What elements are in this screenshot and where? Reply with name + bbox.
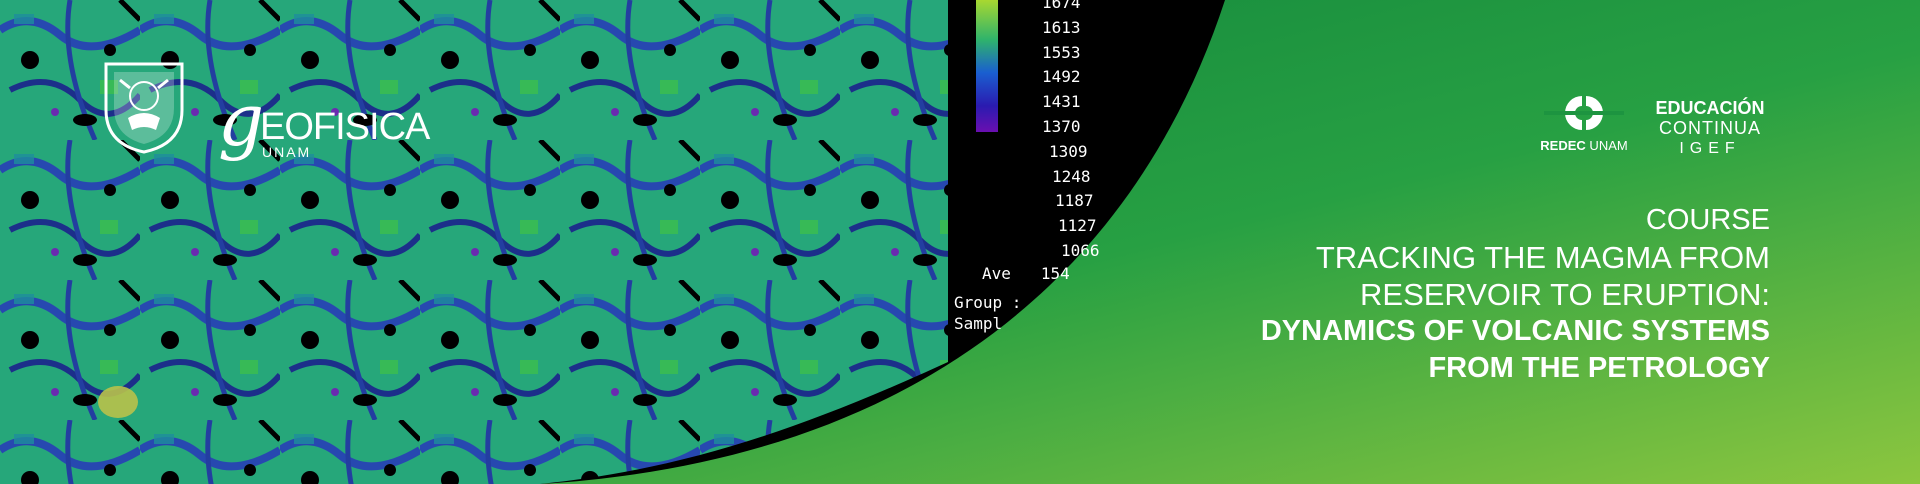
educacion-continua-logo: EDUCACIÓN CONTINUA IGEF [1650,98,1770,160]
redec-label-rest: UNAM [1585,138,1628,153]
course-title-bold-line2: FROM THE PETROLOGY [1428,352,1770,384]
redec-mark-icon [1544,92,1624,134]
scale-tick-label: 1492 [1042,67,1081,87]
scale-tick-label: 1370 [1042,117,1081,136]
course-banner: 1674 1613 1553 1492 1431 1370 1309 1248 1187 1127… [0,0,1920,484]
redec-logo: REDEC UNAM [1536,92,1632,153]
scale-tick-label: 1674 [1042,0,1081,12]
course-title-block: COURSE TRACKING THE MAGMA FROM RESERVOIR… [1261,202,1770,387]
educ-line2: CONTINUA [1659,118,1761,138]
scale-tick-label: 1431 [1042,92,1081,112]
color-scale-bar [976,0,998,132]
scale-tick-label: 1553 [1042,42,1081,62]
geofisica-unam: UNAM [262,144,312,160]
course-title-line1: TRACKING THE MAGMA FROM [1315,240,1770,275]
educ-line3: IGEF [1679,140,1741,157]
geofisica-initial: g [218,78,265,162]
redec-label-bold: REDEC [1540,138,1586,153]
course-title-bold-line1: DYNAMICS OF VOLCANIC SYSTEMS [1260,315,1770,347]
scale-tick-label: 1127 [1058,216,1097,236]
scale-tick-label: 1613 [1042,17,1081,37]
course-title-line2: RESERVOIR TO ERUPTION: [1360,277,1770,312]
mineral-yellow-spot [98,386,138,418]
geofisica-word: eofisica [260,106,430,148]
scale-tick-label: 1248 [1052,166,1091,186]
group-label: Group : [954,293,1022,312]
ave-label: Ave 154 [982,264,1070,283]
scale-tick-label: 1309 [1049,141,1088,161]
sample-label: Sampl [954,314,1003,333]
unam-crest-icon [100,58,188,156]
course-kicker: COURSE [1645,204,1770,236]
educ-line1: EDUCACIÓN [1655,98,1765,118]
scale-tick-label: 1187 [1055,191,1094,211]
scale-tick-label: 1066 [1061,241,1100,260]
